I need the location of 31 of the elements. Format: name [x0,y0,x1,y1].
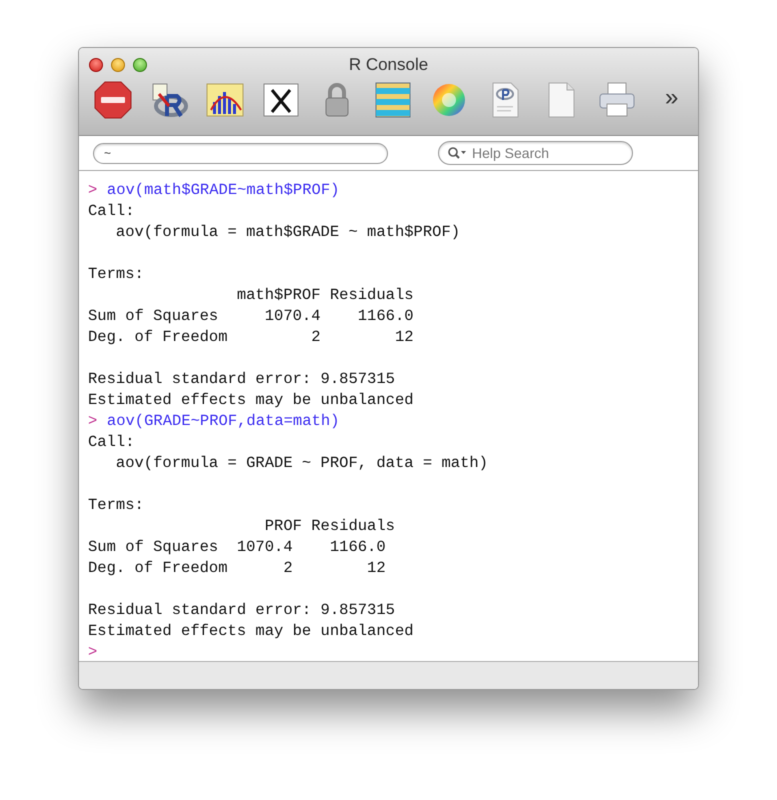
help-search-field[interactable]: Help Search [438,141,633,165]
zoom-button[interactable] [133,58,147,72]
data-table-icon [373,80,413,120]
output-text: Terms: [88,495,144,515]
output-text: Estimated effects may be unbalanced [88,390,414,410]
window-title: R Console [348,54,428,76]
command-text: aov(math$GRADE~math$PROF) [106,180,340,200]
output-text: aov(formula = math$GRADE ~ math$PROF) [114,222,460,242]
search-icon [447,146,467,160]
prompt-symbol: > [88,411,98,431]
close-button[interactable] [89,58,103,72]
stop-icon [93,80,133,120]
output-text: Call: [88,201,135,221]
output-text: Residual standard error: 9.857315 [88,600,395,620]
output-text: math$PROF Residuals [236,285,414,305]
output-text: Residual standard error: 9.857315 [88,369,395,389]
prompt-symbol: > [88,180,98,200]
output-text: Deg. of Freedom 2 12 [88,558,386,578]
output-text: Sum of Squares 1070.4 1166.0 [88,306,414,326]
output-text: Call: [88,432,135,452]
command-text: aov(GRADE~PROF,data=math) [106,411,340,431]
output-text: Deg. of Freedom 2 12 [88,327,414,347]
output-text: Terms: [88,264,144,284]
output-text: aov(formula = GRADE ~ PROF, data = math) [114,453,488,473]
minimize-button[interactable] [111,58,125,72]
path-field[interactable]: ~ [93,142,388,164]
output-text: Sum of Squares 1070.4 1166.0 [88,537,386,557]
prompt-symbol: > [88,642,98,662]
overflow-chevron[interactable]: » [665,86,678,114]
output-text: PROF Residuals [264,516,395,536]
output-text: Estimated effects may be unbalanced [88,621,414,641]
